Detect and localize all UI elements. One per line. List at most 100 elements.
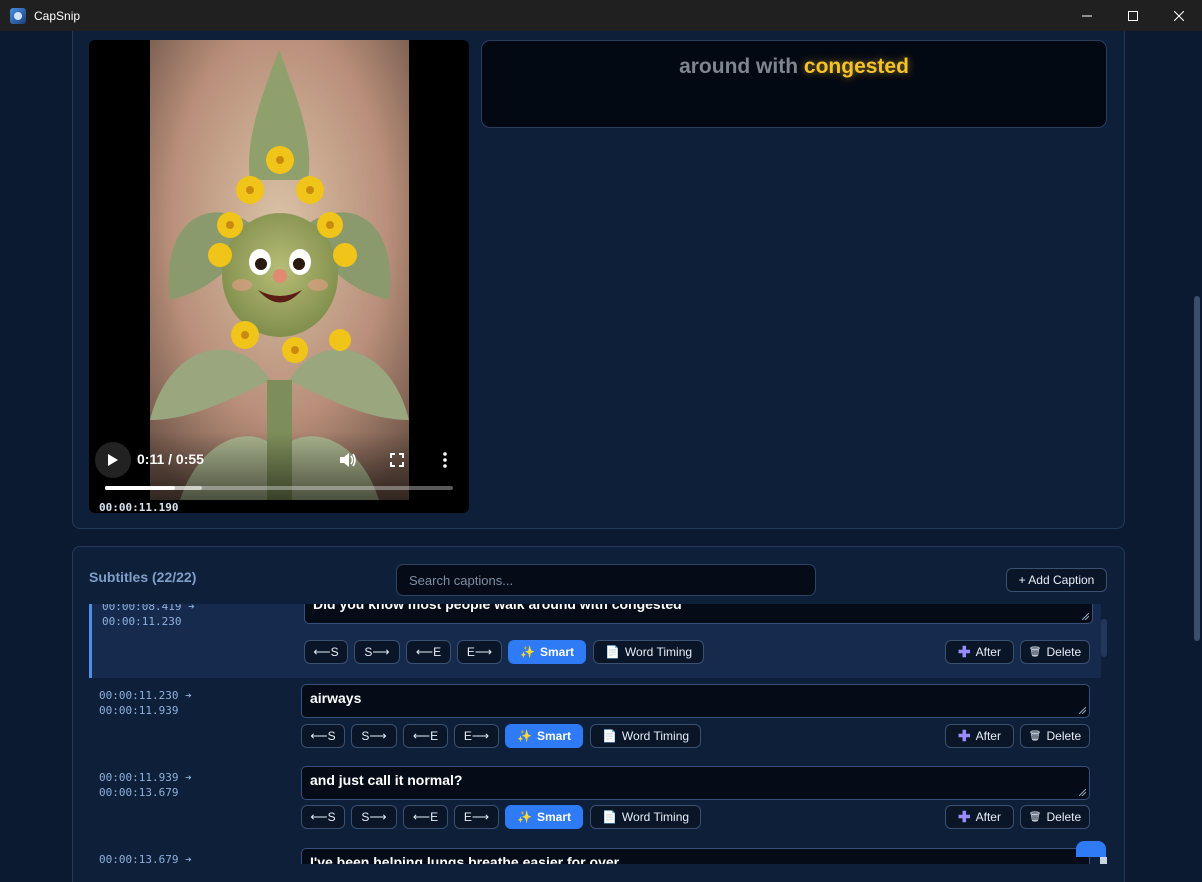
smart-button[interactable]: ✨ Smart bbox=[505, 724, 583, 748]
subtitle-text-field[interactable]: Did you know most people walk around wit… bbox=[304, 604, 1093, 624]
delete-label: Delete bbox=[1046, 645, 1082, 659]
add-after-button[interactable]: ✚ After bbox=[945, 805, 1014, 829]
resize-corner-icon[interactable] bbox=[1100, 857, 1107, 864]
word-timing-button[interactable]: 📄 Word Timing bbox=[593, 640, 704, 664]
more-options-button[interactable] bbox=[435, 450, 455, 470]
subtitle-text-field[interactable]: airways bbox=[301, 684, 1090, 718]
volume-button[interactable] bbox=[338, 450, 358, 470]
video-progress-bar[interactable] bbox=[105, 486, 453, 490]
plus-icon: ✚ bbox=[958, 809, 971, 826]
caption-preview-inactive-text: around with bbox=[679, 55, 799, 78]
subtitle-end-time: 00:00:11.939 bbox=[99, 704, 179, 717]
subtitle-text-field[interactable]: I've been helping lungs breathe easier f… bbox=[301, 848, 1090, 864]
subtitle-start-time: 00:00:11.939 ➔ bbox=[99, 771, 192, 784]
add-after-label: After bbox=[975, 729, 1001, 743]
plus-icon: ✚ bbox=[958, 728, 971, 745]
end-forward-button[interactable]: E⟶ bbox=[457, 640, 502, 664]
subtitle-text: airways bbox=[310, 690, 362, 706]
sparkles-icon: ✨ bbox=[520, 645, 535, 659]
window-controls bbox=[1064, 0, 1202, 31]
video-timecode: 00:00:11.190 bbox=[99, 501, 179, 513]
play-button[interactable] bbox=[95, 442, 131, 478]
subtitle-row[interactable]: 00:00:13.679 ➔ I've been helping lungs b… bbox=[89, 848, 1101, 864]
search-captions-input[interactable] bbox=[396, 564, 816, 596]
subtitle-row[interactable]: 00:00:08.419 ➔ 00:00:11.230 Did you know… bbox=[89, 604, 1101, 678]
fullscreen-button[interactable] bbox=[387, 450, 407, 470]
end-back-button[interactable]: ⟵E bbox=[403, 805, 448, 829]
document-icon: 📄 bbox=[601, 810, 617, 824]
video-controls: 0:11 / 0:55 bbox=[89, 432, 469, 500]
minimize-icon bbox=[1082, 15, 1092, 16]
delete-label: Delete bbox=[1046, 729, 1082, 743]
subtitles-panel: Subtitles (22/22) + Add Caption 00:00:08… bbox=[72, 546, 1125, 882]
add-after-button[interactable]: ✚ After bbox=[945, 640, 1014, 664]
close-button[interactable] bbox=[1156, 0, 1202, 31]
resize-grip-icon bbox=[1079, 789, 1086, 796]
sparkles-icon: ✨ bbox=[517, 810, 532, 824]
add-after-button[interactable]: ✚ After bbox=[945, 724, 1014, 748]
more-vertical-icon bbox=[443, 452, 447, 468]
fullscreen-icon bbox=[390, 453, 404, 467]
subtitle-row[interactable]: 00:00:11.939 ➔ 00:00:13.679 and just cal… bbox=[89, 766, 1101, 836]
add-after-label: After bbox=[975, 645, 1001, 659]
caption-preview: around with congested bbox=[481, 40, 1107, 128]
video-progress-fill bbox=[105, 486, 175, 490]
document-icon: 📄 bbox=[601, 729, 617, 743]
resize-grip-icon bbox=[1082, 613, 1089, 620]
subtitle-time: 00:00:11.939 ➔ 00:00:13.679 bbox=[99, 770, 192, 800]
delete-label: Delete bbox=[1046, 810, 1082, 824]
delete-button[interactable]: 🗑 Delete bbox=[1020, 805, 1090, 829]
subtitle-start-time: 00:00:08.419 ➔ bbox=[102, 604, 195, 613]
add-after-label: After bbox=[975, 810, 1001, 824]
maximize-icon bbox=[1128, 10, 1138, 21]
subtitle-text: and just call it normal? bbox=[310, 772, 463, 788]
delete-button[interactable]: 🗑 Delete bbox=[1020, 640, 1090, 664]
sparkles-icon: ✨ bbox=[517, 729, 532, 743]
start-back-button[interactable]: ⟵S bbox=[304, 640, 348, 664]
main-content: 0:11 / 0:55 00:00:11.190 around with con… bbox=[0, 31, 1202, 882]
start-forward-button[interactable]: S⟶ bbox=[351, 724, 397, 748]
smart-label: Smart bbox=[536, 810, 571, 824]
resize-grip-icon bbox=[1079, 707, 1086, 714]
subtitle-end-time: 00:00:13.679 bbox=[99, 786, 179, 799]
end-forward-button[interactable]: E⟶ bbox=[454, 724, 499, 748]
start-forward-button[interactable]: S⟶ bbox=[351, 805, 397, 829]
subtitle-text: I've been helping lungs breathe easier f… bbox=[310, 854, 620, 864]
app-logo-icon bbox=[10, 7, 26, 24]
video-thumbnail-image bbox=[150, 40, 409, 500]
start-back-button[interactable]: ⟵S bbox=[301, 724, 345, 748]
subtitle-text-field[interactable]: and just call it normal? bbox=[301, 766, 1090, 800]
subtitle-time: 00:00:11.230 ➔ 00:00:11.939 bbox=[99, 688, 192, 718]
title-bar: CapSnip bbox=[0, 0, 1202, 31]
subtitles-scrollbar-thumb[interactable] bbox=[1101, 619, 1107, 657]
subtitles-title: Subtitles (22/22) bbox=[89, 569, 197, 585]
word-timing-label: Word Timing bbox=[621, 729, 690, 743]
document-icon: 📄 bbox=[604, 645, 620, 659]
subtitle-row[interactable]: 00:00:11.230 ➔ 00:00:11.939 airways ⟵S S… bbox=[89, 684, 1101, 754]
add-caption-button[interactable]: + Add Caption bbox=[1006, 568, 1107, 592]
word-timing-label: Word Timing bbox=[624, 645, 693, 659]
subtitles-list[interactable]: 00:00:08.419 ➔ 00:00:11.230 Did you know… bbox=[73, 604, 1124, 864]
end-back-button[interactable]: ⟵E bbox=[406, 640, 451, 664]
delete-button[interactable]: 🗑 Delete bbox=[1020, 724, 1090, 748]
end-back-button[interactable]: ⟵E bbox=[403, 724, 448, 748]
start-forward-button[interactable]: S⟶ bbox=[354, 640, 400, 664]
word-timing-label: Word Timing bbox=[621, 810, 690, 824]
floating-action-button[interactable] bbox=[1076, 841, 1106, 857]
end-forward-button[interactable]: E⟶ bbox=[454, 805, 499, 829]
plus-icon: ✚ bbox=[958, 644, 971, 661]
minimize-button[interactable] bbox=[1064, 0, 1110, 31]
start-back-button[interactable]: ⟵S bbox=[301, 805, 345, 829]
subtitle-time: 00:00:13.679 ➔ bbox=[99, 852, 192, 864]
maximize-button[interactable] bbox=[1110, 0, 1156, 31]
video-player[interactable]: 0:11 / 0:55 00:00:11.190 bbox=[89, 40, 469, 513]
word-timing-button[interactable]: 📄 Word Timing bbox=[590, 724, 701, 748]
window-scrollbar-thumb[interactable] bbox=[1194, 296, 1200, 641]
subtitle-start-time: 00:00:13.679 ➔ bbox=[99, 853, 192, 864]
smart-button[interactable]: ✨ Smart bbox=[508, 640, 586, 664]
smart-label: Smart bbox=[539, 645, 574, 659]
smart-button[interactable]: ✨ Smart bbox=[505, 805, 583, 829]
video-frame bbox=[150, 40, 409, 500]
word-timing-button[interactable]: 📄 Word Timing bbox=[590, 805, 701, 829]
play-icon bbox=[108, 454, 118, 466]
